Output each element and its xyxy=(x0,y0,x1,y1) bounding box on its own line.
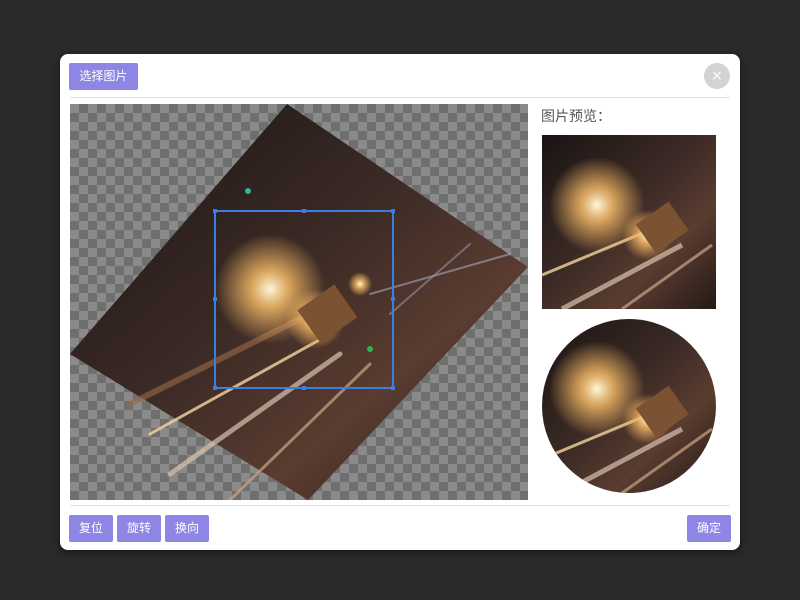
preview-circle xyxy=(542,319,716,493)
preview-title: 图片预览： xyxy=(541,109,611,125)
rotate-button[interactable]: 旋转 xyxy=(117,515,161,542)
footer-divider xyxy=(70,505,730,506)
close-icon[interactable]: × xyxy=(704,63,730,89)
crop-canvas[interactable] xyxy=(70,104,528,500)
choose-image-button[interactable]: 选择图片 xyxy=(69,63,138,90)
image-crop-dialog: 选择图片 × 图片预览： 复位 旋转 换向 确定 xyxy=(60,54,740,550)
confirm-button[interactable]: 确定 xyxy=(687,515,731,542)
flip-button[interactable]: 换向 xyxy=(165,515,209,542)
reset-button[interactable]: 复位 xyxy=(69,515,113,542)
header-divider xyxy=(70,97,730,98)
preview-square xyxy=(542,135,716,309)
crop-box[interactable] xyxy=(70,104,528,500)
